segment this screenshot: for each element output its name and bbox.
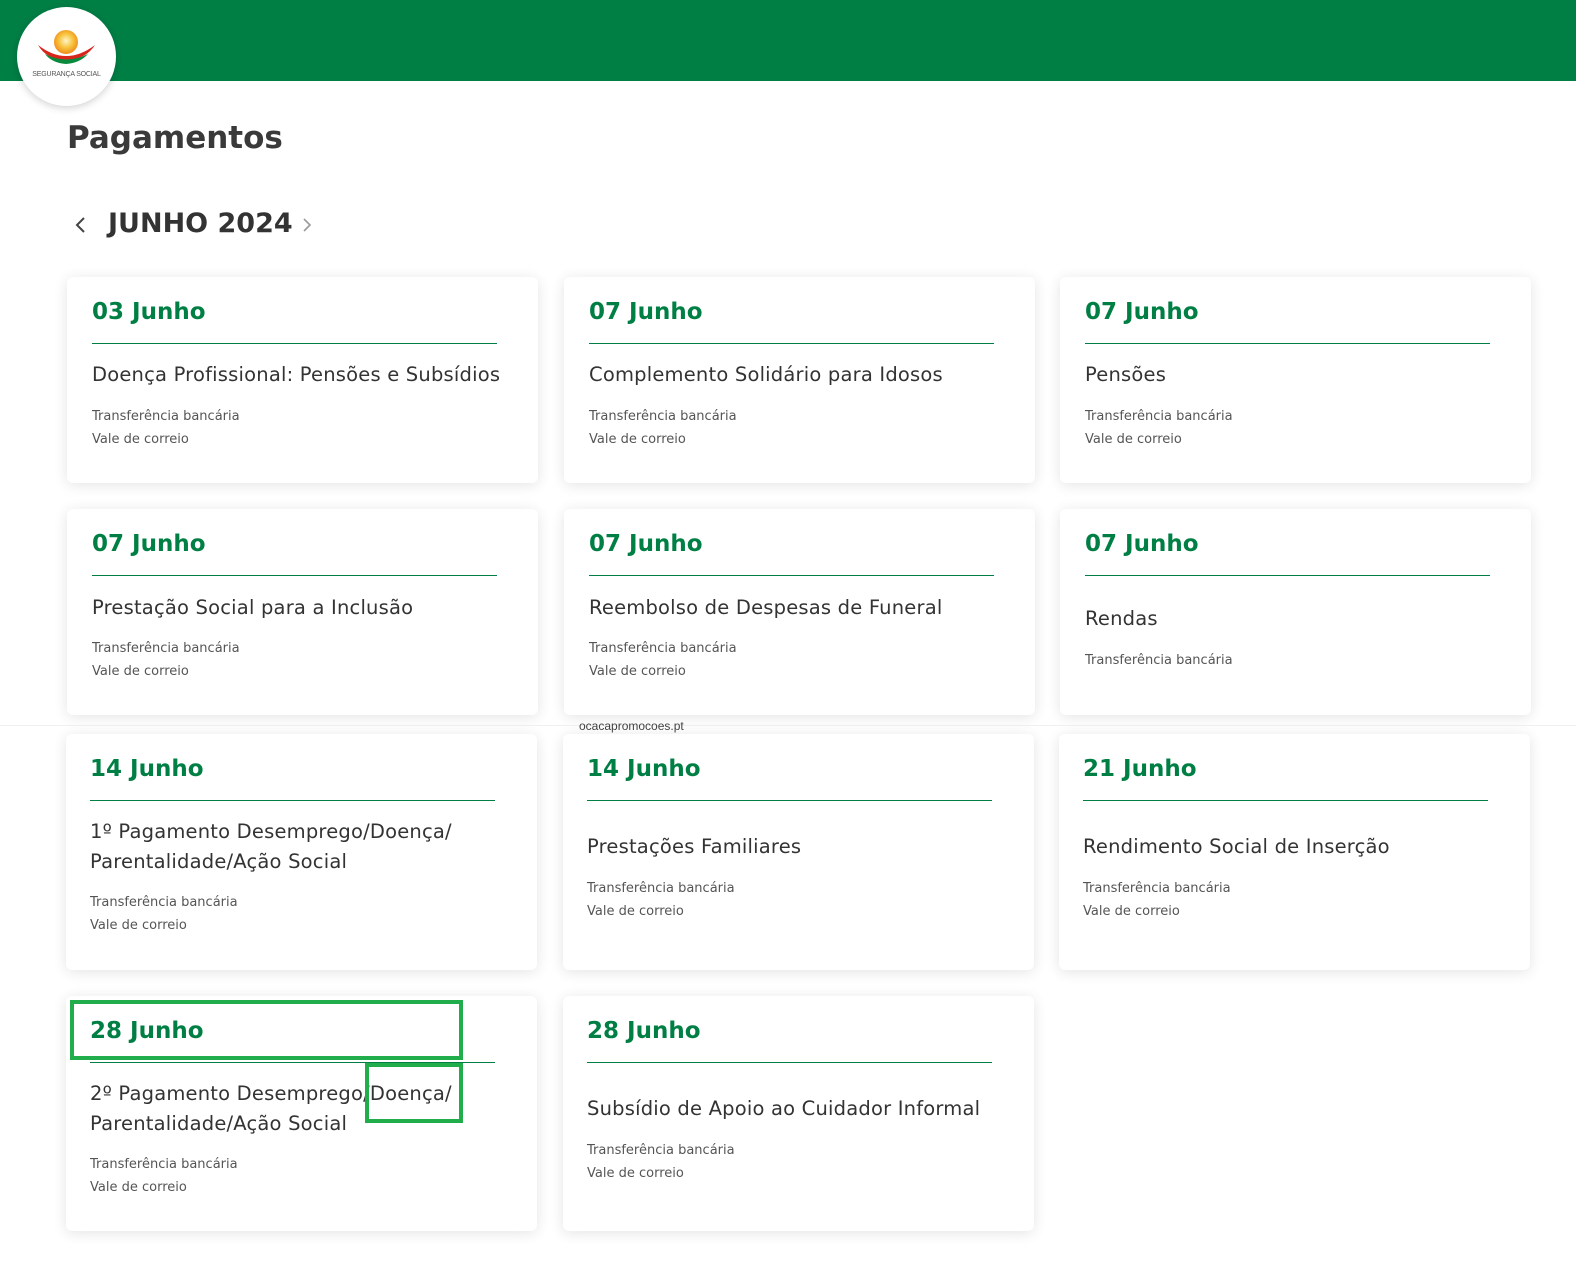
payment-card[interactable]: 21 Junho Rendimento Social de Inserção T…: [1059, 734, 1530, 970]
card-divider: [92, 343, 497, 344]
card-date: 07 Junho: [589, 531, 703, 557]
payment-methods: Transferência bancária: [1085, 649, 1233, 672]
chevron-right-icon: [303, 218, 312, 232]
card-divider: [587, 1062, 992, 1063]
payment-method: Transferência bancária: [589, 409, 737, 424]
payment-card[interactable]: 07 Junho Prestação Social para a Inclusã…: [67, 509, 538, 715]
payment-method: Vale de correio: [589, 664, 686, 679]
card-date: 07 Junho: [92, 531, 206, 557]
card-divider: [90, 800, 495, 801]
payment-method: Transferência bancária: [1083, 881, 1231, 896]
payment-card[interactable]: 07 Junho Pensões Transferência bancária …: [1060, 277, 1531, 483]
card-date: 07 Junho: [1085, 299, 1199, 325]
card-date: 21 Junho: [1083, 756, 1197, 782]
payment-method: Transferência bancária: [92, 641, 240, 656]
payment-method: Vale de correio: [587, 1166, 684, 1181]
payment-method: Transferência bancária: [587, 881, 735, 896]
payment-method: Transferência bancária: [587, 1143, 735, 1158]
card-title: Prestações Familiares: [587, 835, 802, 858]
previous-month-button[interactable]: [67, 208, 93, 242]
card-date: 03 Junho: [92, 299, 206, 325]
payment-method: Vale de correio: [90, 1180, 187, 1195]
payment-methods: Transferência bancária Vale de correio: [92, 637, 240, 683]
payment-card[interactable]: 07 Junho Complemento Solidário para Idos…: [564, 277, 1035, 483]
card-title: Pensões: [1085, 363, 1167, 386]
logo-emblem-icon: [38, 30, 95, 64]
payment-card[interactable]: 28 Junho Subsídio de Apoio ao Cuidador I…: [563, 996, 1034, 1231]
payment-methods: Transferência bancária Vale de correio: [589, 405, 737, 451]
payment-card[interactable]: 14 Junho Prestações Familiares Transferê…: [563, 734, 1034, 970]
payment-card[interactable]: 03 Junho Doença Profissional: Pensões e …: [67, 277, 538, 483]
card-date: 14 Junho: [90, 756, 204, 782]
payment-method: Vale de correio: [1085, 432, 1182, 447]
section-divider: [0, 725, 1576, 726]
page-title: Pagamentos: [67, 120, 283, 156]
payment-methods: Transferência bancária Vale de correio: [587, 877, 735, 923]
card-date: 28 Junho: [587, 1018, 701, 1044]
payment-methods: Transferência bancária Vale de correio: [92, 405, 240, 451]
card-divider: [1083, 800, 1488, 801]
payment-card[interactable]: 14 Junho 1º Pagamento Desemprego/Doença/…: [66, 734, 537, 970]
highlight-box-date: [70, 1000, 463, 1060]
payment-card[interactable]: 07 Junho Reembolso de Despesas de Funera…: [564, 509, 1035, 715]
card-title: Prestação Social para a Inclusão: [92, 596, 414, 619]
payment-method: Vale de correio: [92, 432, 189, 447]
payment-method: Transferência bancária: [1085, 653, 1233, 668]
logo-text: SEGURANÇA SOCIAL: [32, 71, 101, 78]
payment-method: Vale de correio: [92, 664, 189, 679]
payment-method: Transferência bancária: [90, 1157, 238, 1172]
card-divider: [92, 575, 497, 576]
card-divider: [589, 575, 994, 576]
current-month-label: JUNHO 2024: [108, 208, 293, 239]
header-bar: [0, 0, 1576, 81]
payment-method: Transferência bancária: [90, 895, 238, 910]
card-title: Rendas: [1085, 607, 1158, 630]
card-date: 14 Junho: [587, 756, 701, 782]
payment-methods: Transferência bancária Vale de correio: [90, 1153, 238, 1199]
card-title: 1º Pagamento Desemprego/Doença/ Parental…: [90, 820, 452, 873]
chevron-left-icon: [75, 217, 85, 233]
card-title: Subsídio de Apoio ao Cuidador Informal: [587, 1097, 981, 1120]
card-divider: [587, 800, 992, 801]
payment-card[interactable]: 07 Junho Rendas Transferência bancária: [1060, 509, 1531, 715]
card-title: Reembolso de Despesas de Funeral: [589, 596, 943, 619]
payment-method: Transferência bancária: [92, 409, 240, 424]
seguranca-social-logo[interactable]: SEGURANÇA SOCIAL: [17, 7, 116, 106]
next-month-button[interactable]: [295, 208, 321, 242]
payment-methods: Transferência bancária Vale de correio: [587, 1139, 735, 1185]
card-date: 07 Junho: [589, 299, 703, 325]
payment-methods: Transferência bancária Vale de correio: [1085, 405, 1233, 451]
payment-methods: Transferência bancária Vale de correio: [589, 637, 737, 683]
card-date: 07 Junho: [1085, 531, 1199, 557]
card-divider: [589, 343, 994, 344]
payment-method: Transferência bancária: [1085, 409, 1233, 424]
payment-method: Vale de correio: [90, 918, 187, 933]
highlight-box-doenca: [365, 1063, 463, 1123]
payment-method: Transferência bancária: [589, 641, 737, 656]
payment-method: Vale de correio: [1083, 904, 1180, 919]
payment-method: Vale de correio: [587, 904, 684, 919]
card-divider: [1085, 343, 1490, 344]
card-title: Rendimento Social de Inserção: [1083, 835, 1390, 858]
payment-method: Vale de correio: [589, 432, 686, 447]
watermark-text: ocacapromocoes.pt: [579, 719, 684, 733]
card-title: Complemento Solidário para Idosos: [589, 363, 943, 386]
payment-methods: Transferência bancária Vale de correio: [1083, 877, 1231, 923]
card-divider: [1085, 575, 1490, 576]
payment-methods: Transferência bancária Vale de correio: [90, 891, 238, 937]
card-title: Doença Profissional: Pensões e Subsídios: [92, 363, 501, 386]
